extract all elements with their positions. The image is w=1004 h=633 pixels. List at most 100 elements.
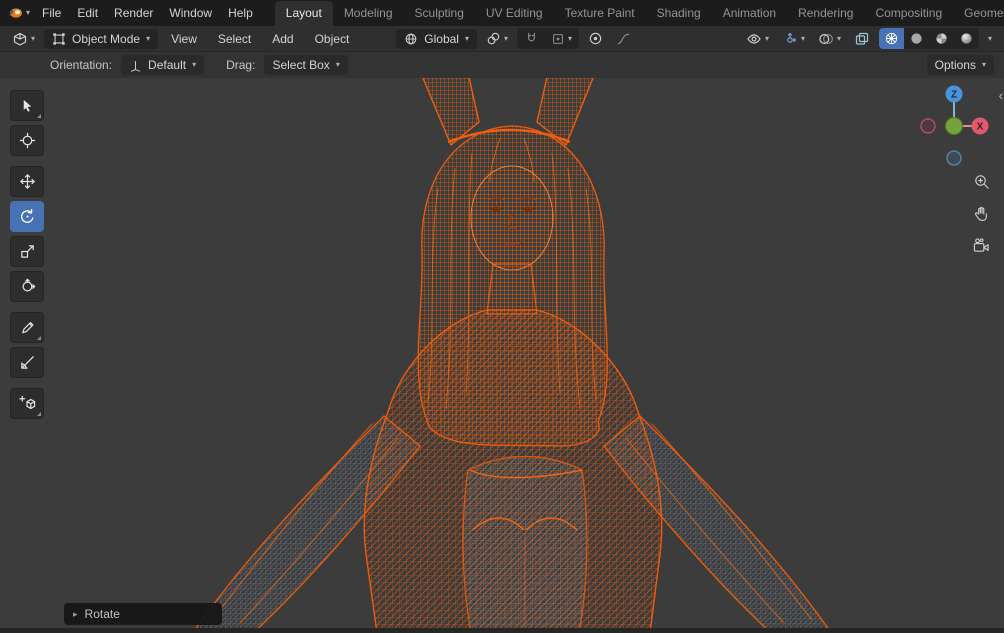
shading-dropdown[interactable]: ▾: [984, 33, 996, 45]
menu-edit[interactable]: Edit: [69, 3, 106, 23]
proportional-falloff-dropdown[interactable]: [612, 29, 635, 48]
panel-expand-icon: ▸: [73, 608, 78, 619]
operator-panel-rotate[interactable]: ▸ Rotate: [64, 603, 222, 625]
tab-shading[interactable]: Shading: [646, 1, 712, 26]
editor-type-dropdown[interactable]: ▾: [8, 29, 39, 49]
tab-animation[interactable]: Animation: [712, 1, 787, 26]
chevron-down-icon: ▾: [981, 60, 986, 69]
blender-logo-icon[interactable]: ▾: [6, 4, 30, 22]
move-icon: [19, 174, 35, 189]
globe-icon: [405, 33, 417, 44]
options-dropdown[interactable]: Options ▾: [926, 55, 994, 75]
camera-view-icon: [973, 237, 989, 252]
chevron-down-icon: ▾: [503, 33, 508, 43]
orientation-label: Orientation:: [50, 58, 113, 72]
tool-settings-bar: Orientation: Default ▾ Drag: Select Box …: [0, 52, 1004, 78]
scale-icon: [20, 245, 34, 258]
object-visibility-dropdown[interactable]: ▾: [742, 29, 773, 49]
tool-measure[interactable]: [10, 347, 44, 378]
xray-icon: [855, 32, 869, 45]
shading-material-button[interactable]: [929, 28, 954, 49]
overlays-dropdown[interactable]: ▾: [814, 29, 845, 49]
chevron-down-icon: ▾: [146, 33, 151, 43]
viewport-editor-icon: [13, 32, 27, 46]
menu-file[interactable]: File: [34, 3, 69, 23]
menu-window[interactable]: Window: [161, 3, 220, 23]
3d-cursor-icon: [19, 132, 35, 149]
shading-rendered-button[interactable]: [954, 28, 979, 49]
chevron-down-icon: ▾: [836, 33, 841, 43]
proportional-editing-toggle[interactable]: [584, 29, 607, 48]
viewport-header: ▾ Object Mode ▾ View Select Add Object G…: [0, 26, 1004, 52]
topbar: ▾ File Edit Render Window Help Layout Mo…: [0, 0, 1004, 26]
tab-sculpting[interactable]: Sculpting: [404, 1, 475, 26]
viewport-header-right: ▾ ▾ ▾ ▾: [742, 28, 996, 49]
sidebar-toggle[interactable]: ‹: [999, 88, 1003, 103]
tab-geometry-nodes[interactable]: Geometry Nod: [953, 1, 1004, 26]
navigation-gizmo[interactable]: Z X: [918, 82, 990, 177]
overlays-icon: [819, 33, 833, 44]
menu-view[interactable]: View: [163, 29, 205, 49]
tool-scale[interactable]: [10, 236, 44, 267]
wireframe-model[interactable]: [0, 78, 1004, 633]
status-bar-edge: [0, 628, 1004, 633]
transform-icon: [22, 278, 35, 292]
workspace-tabs: Layout Modeling Sculpting UV Editing Tex…: [274, 0, 1004, 26]
chevron-down-icon: ▾: [192, 60, 197, 69]
menu-render[interactable]: Render: [106, 3, 161, 23]
drag-label: Drag:: [226, 58, 256, 72]
shading-mode-group: [878, 28, 979, 49]
axis-y-ball[interactable]: [945, 117, 963, 135]
tab-layout[interactable]: Layout: [274, 1, 333, 26]
xray-toggle-button[interactable]: [850, 29, 874, 49]
shading-wireframe-button[interactable]: [878, 28, 904, 49]
drag-mode-dropdown[interactable]: Select Box ▾: [264, 55, 348, 75]
tool-move[interactable]: [10, 166, 44, 197]
axis-neg-z-ball[interactable]: [946, 150, 962, 166]
zoom-button[interactable]: [972, 172, 990, 190]
tab-uv-editing[interactable]: UV Editing: [475, 1, 554, 26]
operator-panel-label: Rotate: [84, 607, 120, 621]
measure-icon: [20, 356, 34, 369]
solid-sphere-icon: [911, 33, 922, 44]
object-mode-icon: [53, 32, 65, 45]
tool-select-box[interactable]: [10, 90, 44, 121]
pivot-point-dropdown[interactable]: ▾: [482, 29, 512, 48]
orientation-default-dropdown[interactable]: Default ▾: [121, 55, 205, 75]
tool-shelf: [10, 90, 44, 419]
tool-cursor[interactable]: [10, 125, 44, 156]
snap-settings-dropdown[interactable]: ▾: [547, 30, 576, 48]
add-cube-icon: [18, 395, 35, 410]
snapping-group: ▾: [517, 28, 580, 49]
blender-window: ▾ File Edit Render Window Help Layout Mo…: [0, 0, 1004, 633]
gizmo-arrows-icon: [787, 32, 797, 43]
menu-add[interactable]: Add: [264, 29, 301, 49]
transform-orientation-dropdown[interactable]: Global ▾: [396, 28, 477, 49]
shading-solid-button[interactable]: [904, 28, 929, 49]
tab-rendering[interactable]: Rendering: [787, 1, 864, 26]
gizmos-dropdown[interactable]: ▾: [778, 29, 809, 49]
tool-transform[interactable]: [10, 271, 44, 302]
tool-add-cube[interactable]: [10, 388, 44, 419]
viewport-canvas[interactable]: Z X ‹ ▸ Rotate: [0, 78, 1004, 633]
menu-object[interactable]: Object: [307, 29, 358, 49]
tab-texture-paint[interactable]: Texture Paint: [554, 1, 646, 26]
snap-toggle-button[interactable]: [520, 29, 543, 48]
menu-select[interactable]: Select: [210, 29, 259, 49]
pivot-icon: [487, 32, 500, 45]
falloff-curve-icon: [617, 33, 630, 45]
axis-neg-x-ball[interactable]: [920, 118, 936, 134]
pan-button[interactable]: [972, 204, 990, 222]
camera-view-button[interactable]: [972, 236, 990, 254]
mode-dropdown[interactable]: Object Mode ▾: [44, 28, 159, 49]
rotate-icon: [20, 209, 33, 223]
tab-modeling[interactable]: Modeling: [333, 1, 404, 26]
tool-annotate[interactable]: [10, 312, 44, 343]
chevron-down-icon: ▾: [464, 33, 469, 43]
tab-compositing[interactable]: Compositing: [864, 1, 953, 26]
axis-z-label: Z: [951, 90, 957, 101]
chevron-down-icon: ▾: [568, 33, 573, 43]
menu-help[interactable]: Help: [220, 3, 261, 23]
tool-rotate[interactable]: [10, 201, 44, 232]
chevron-down-icon: ▾: [764, 33, 769, 43]
